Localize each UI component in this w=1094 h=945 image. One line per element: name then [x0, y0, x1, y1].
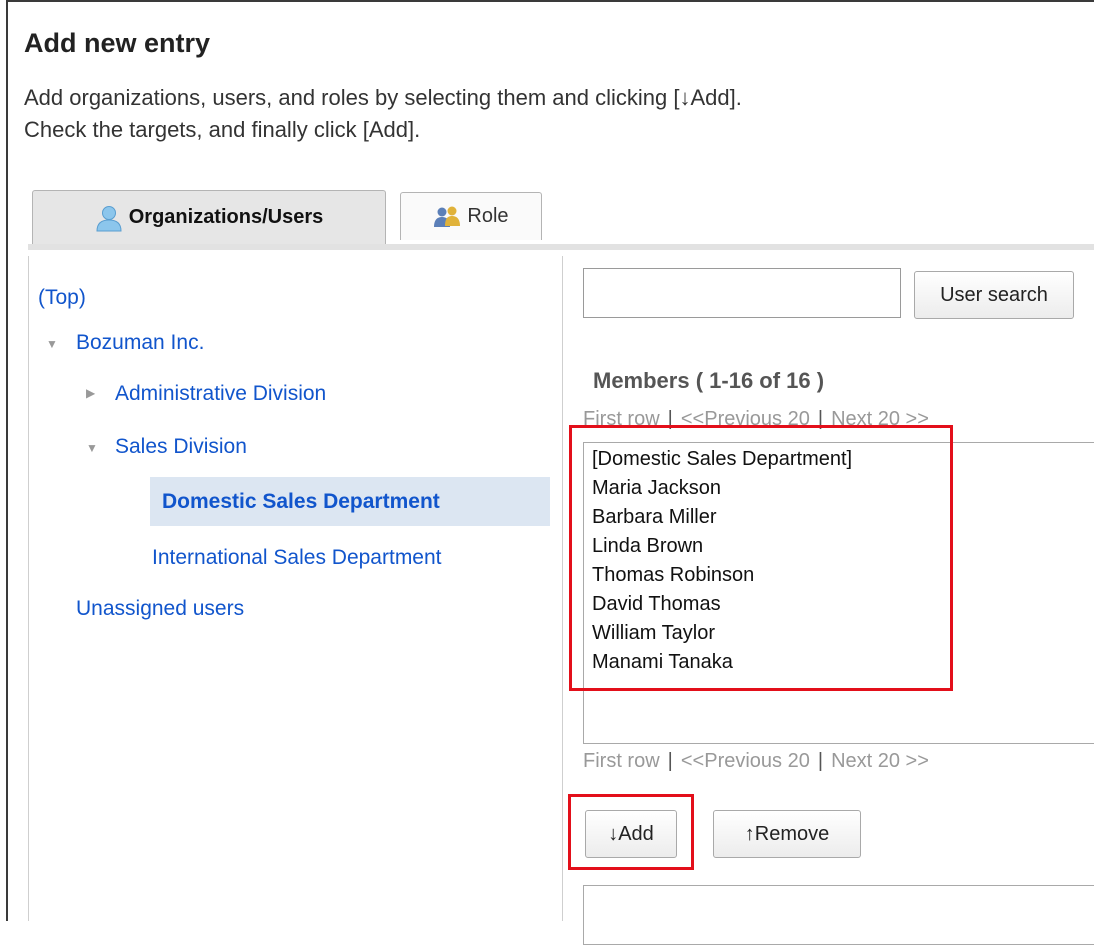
pane-divider: [562, 256, 563, 921]
tree-item-international-sales[interactable]: International Sales Department: [152, 546, 442, 570]
tree-item-bozuman[interactable]: Bozuman Inc.: [76, 331, 204, 355]
role-users-icon: [433, 205, 461, 229]
pager-bottom: First row | <<Previous 20 | Next 20 >>: [583, 750, 929, 773]
tab-label: Role: [467, 205, 509, 227]
user-icon: [95, 204, 123, 232]
tab-organizations-users[interactable]: Organizations/Users: [32, 190, 386, 244]
selected-targets-listbox[interactable]: [583, 885, 1094, 945]
tree-item-top[interactable]: (Top): [38, 286, 86, 310]
tree-item-administrative-division[interactable]: Administrative Division: [115, 382, 326, 406]
page-title: Add new entry: [24, 28, 211, 58]
chevron-down-icon[interactable]: ▼: [46, 337, 58, 351]
pager-next[interactable]: Next 20 >>: [831, 750, 929, 772]
pager-previous[interactable]: <<Previous 20: [681, 750, 810, 772]
pager-first-row[interactable]: First row: [583, 750, 660, 772]
search-input[interactable]: [583, 268, 901, 318]
tab-underline: [28, 244, 1094, 250]
description-line-1: Add organizations, users, and roles by s…: [24, 85, 742, 110]
chevron-down-icon[interactable]: ▼: [86, 441, 98, 455]
chevron-right-icon[interactable]: ▶: [86, 386, 95, 400]
description-line-2: Check the targets, and finally click [Ad…: [24, 117, 421, 142]
tree-item-domestic-sales[interactable]: Domestic Sales Department: [162, 490, 440, 514]
page-description: Add organizations, users, and roles by s…: [24, 82, 742, 146]
remove-button[interactable]: ↑Remove: [713, 810, 861, 858]
pager-separator: |: [667, 750, 673, 772]
tab-label: Organizations/Users: [128, 206, 324, 228]
tab-role[interactable]: Role: [400, 192, 542, 240]
add-button-highlight-box: [568, 794, 694, 870]
pager-separator: |: [817, 750, 824, 772]
members-heading: Members ( 1-16 of 16 ): [593, 368, 825, 393]
tree-item-sales-division[interactable]: Sales Division: [115, 435, 247, 459]
tree-item-unassigned-users[interactable]: Unassigned users: [76, 597, 244, 621]
organization-tree-pane: [28, 256, 563, 921]
members-highlight-box: [569, 425, 953, 691]
user-search-button[interactable]: User search: [914, 271, 1074, 319]
